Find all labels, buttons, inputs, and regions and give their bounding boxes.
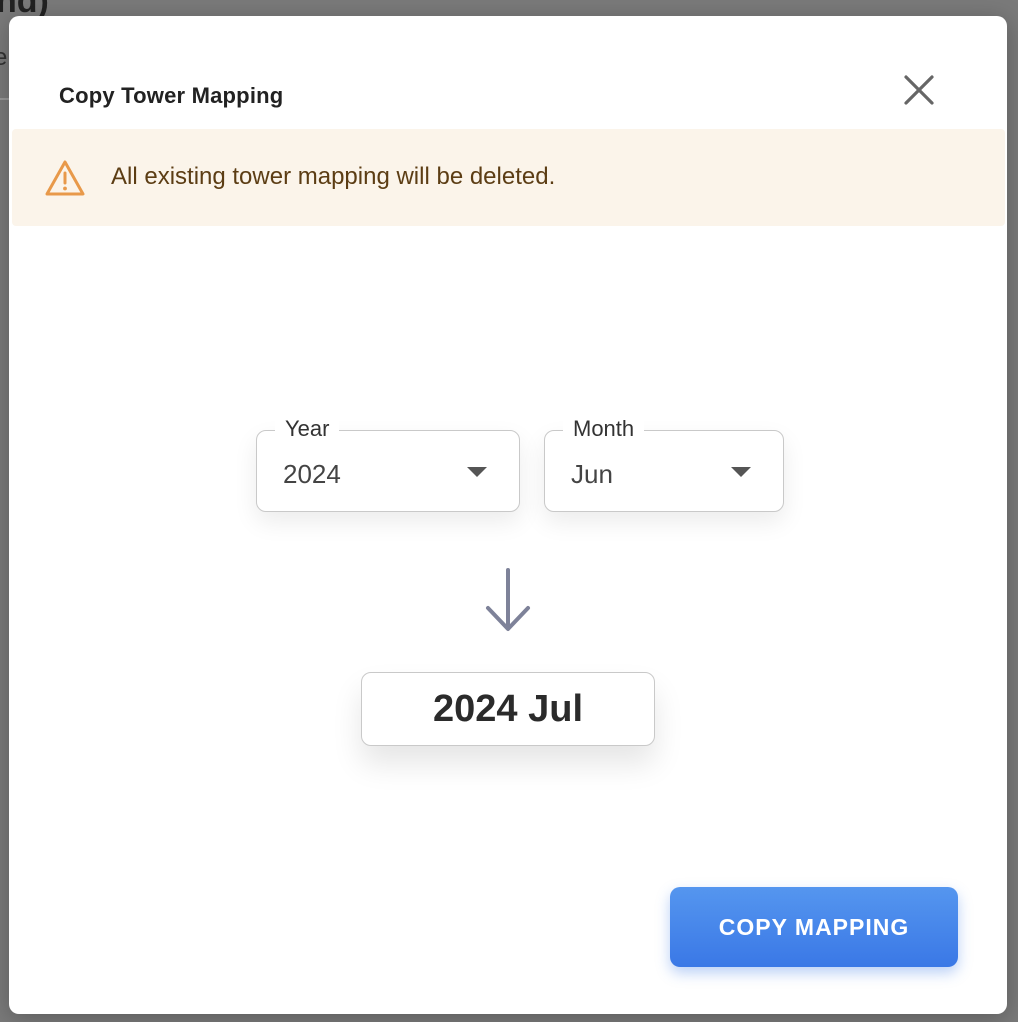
month-label: Month [563,416,645,442]
year-value: 2024 [283,459,341,489]
warning-alert: All existing tower mapping will be delet… [12,129,1005,226]
month-select[interactable]: Month Jun [544,416,784,512]
background-text-fragment: e [0,44,8,71]
year-select[interactable]: Year 2024 [256,416,520,512]
target-period-display: 2024 Jul [361,672,655,746]
year-dropdown-caret-icon [467,467,487,477]
copy-mapping-dialog: Copy Tower Mapping All existing tower ma… [9,16,1007,1014]
month-dropdown-caret-icon [731,467,751,477]
warning-triangle-icon [45,160,85,196]
copy-mapping-button[interactable]: COPY MAPPING [670,887,958,967]
dialog-title: Copy Tower Mapping [59,83,284,108]
month-value: Jun [571,459,613,489]
arrow-down-icon [486,568,530,631]
target-period-value: 2024 Jul [433,687,583,730]
year-label: Year [275,416,340,442]
close-icon [904,75,934,105]
warning-message: All existing tower mapping will be delet… [111,163,556,190]
close-button[interactable] [897,68,941,112]
